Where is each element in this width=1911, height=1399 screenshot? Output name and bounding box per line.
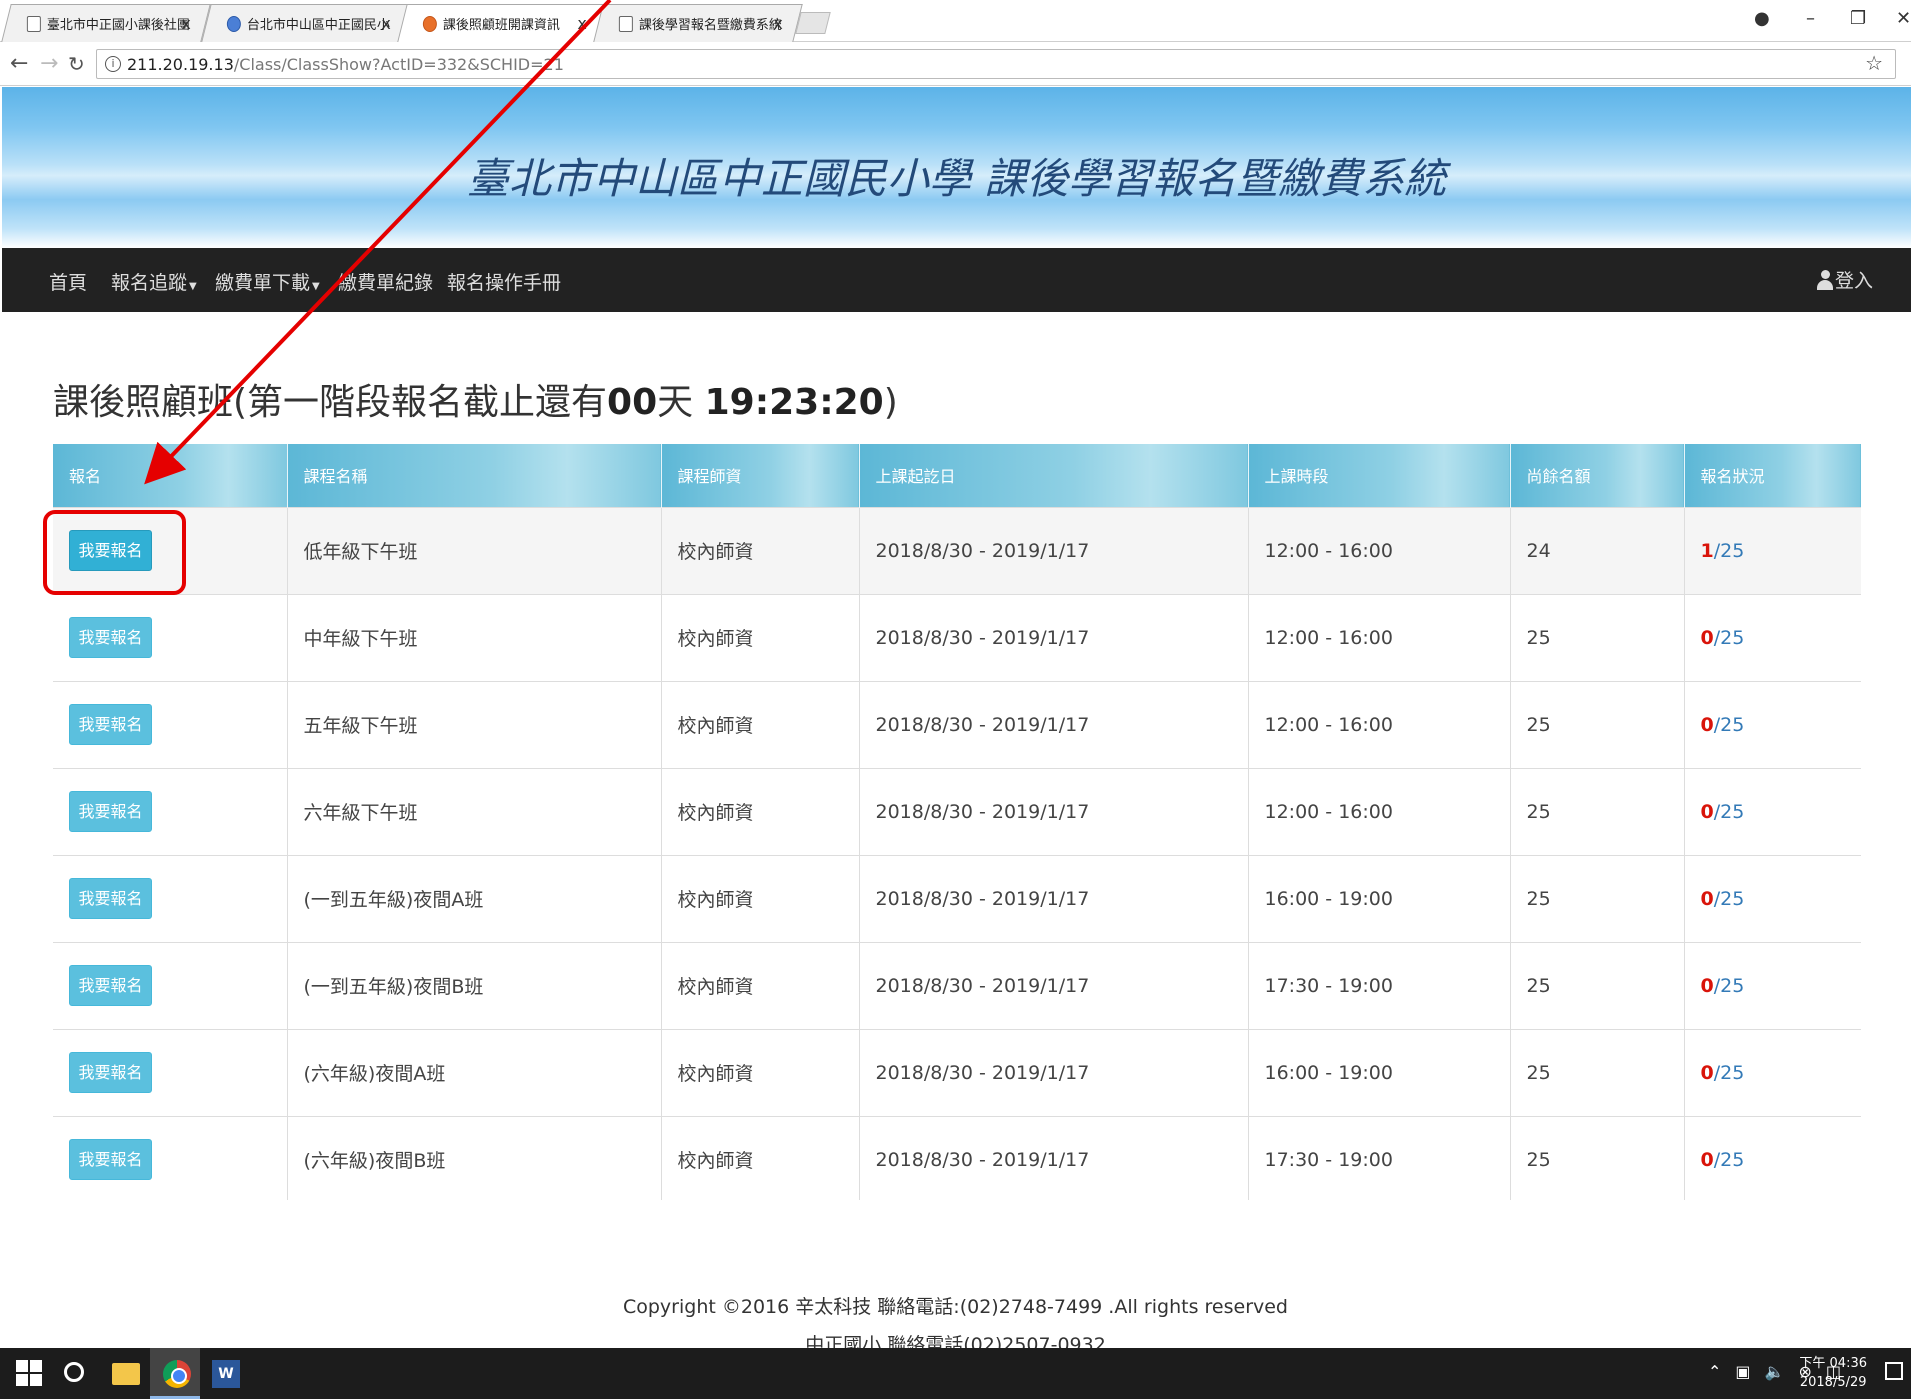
chevron-up-icon[interactable]: ⌃	[1708, 1362, 1721, 1381]
footer-copyright: Copyright ©2016 辛太科技 聯絡電話:(02)2748-7499 …	[622, 1296, 1288, 1318]
notification-icon[interactable]	[1885, 1362, 1903, 1380]
footer-contact: 中正國小 聯絡電話(02)2507-0932	[805, 1334, 1106, 1348]
taskbar-clock[interactable]: 下午 04:36 2018/5/29	[1799, 1354, 1867, 1392]
windows-start-icon[interactable]	[16, 1360, 44, 1388]
volume-muted-icon[interactable]: 🔈	[1765, 1362, 1785, 1381]
arrow-line	[144, 0, 612, 485]
windows-taskbar: W ⌃ ▣ 🔈 ⊗ ◫ 下午 04:36 2018/5/29	[0, 1348, 1911, 1399]
clock-date: 2018/5/29	[1799, 1375, 1867, 1390]
chrome-icon[interactable]	[163, 1360, 191, 1388]
search-icon[interactable]	[64, 1362, 84, 1382]
clock-time: 下午 04:36	[1799, 1356, 1867, 1371]
word-icon[interactable]: W	[212, 1360, 240, 1388]
file-explorer-icon[interactable]	[112, 1363, 140, 1385]
arrow-annotation	[144, 0, 612, 485]
network-icon[interactable]: ▣	[1735, 1362, 1750, 1381]
